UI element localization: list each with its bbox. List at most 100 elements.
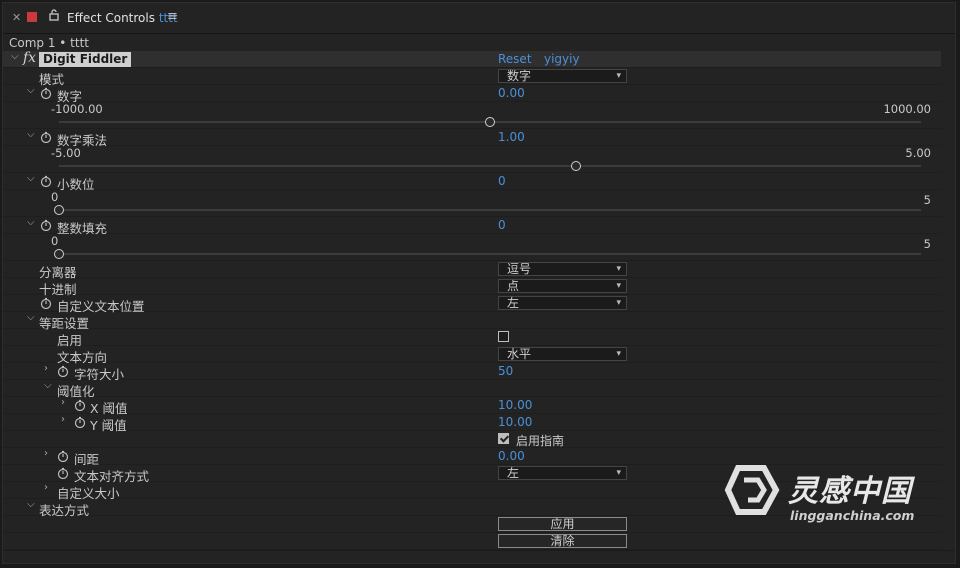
horizontal-scrollbar[interactable] xyxy=(3,550,955,563)
int-pad-slider-track[interactable] xyxy=(59,253,921,255)
multiplier-slider-track[interactable] xyxy=(59,165,921,167)
param-row-char-size: › 字符大小 50 xyxy=(3,363,941,382)
param-row-guide: 启用指南 xyxy=(3,431,941,448)
watermark: 灵感中国 lingganchina.com xyxy=(724,462,936,532)
reset-link[interactable]: Reset xyxy=(498,52,532,66)
slider-min: -1000.00 xyxy=(51,102,103,116)
int-pad-value[interactable]: 0 xyxy=(498,218,506,232)
chevron-down-icon: ▾ xyxy=(616,264,621,274)
chevron-down-icon: ▾ xyxy=(616,349,621,359)
panel-tab-bar: ✕ Effect Controls tttt ≡ xyxy=(3,3,955,34)
chevron-right-icon[interactable]: › xyxy=(44,448,48,459)
mode-dropdown[interactable]: 数字 ▾ xyxy=(498,69,627,83)
chevron-right-icon[interactable]: › xyxy=(44,363,48,374)
fx-icon[interactable]: fx xyxy=(23,50,36,66)
dropdown-value: 点 xyxy=(507,279,520,293)
hamburger-menu-icon[interactable]: ≡ xyxy=(167,9,178,24)
chevron-right-icon[interactable]: › xyxy=(61,397,65,408)
chevron-down-icon[interactable]: ⌵ xyxy=(27,312,35,323)
slider-min: 0 xyxy=(51,190,59,204)
align-dropdown[interactable]: 左 ▾ xyxy=(498,466,627,480)
panel-title[interactable]: Effect Controls tttt xyxy=(67,11,178,25)
chevron-down-icon[interactable]: ⌵ xyxy=(27,85,35,96)
number-value[interactable]: 0.00 xyxy=(498,86,525,100)
param-row-decimals: ⌵ 小数位 0 xyxy=(3,173,941,192)
chevron-down-icon[interactable]: ⌵ xyxy=(27,499,35,510)
decimals-slider-track[interactable] xyxy=(59,209,921,211)
separator-dropdown[interactable]: 逗号 ▾ xyxy=(498,262,627,276)
apply-button[interactable]: 应用 xyxy=(498,517,627,531)
int-pad-slider-knob[interactable] xyxy=(54,249,64,259)
watermark-en-text: lingganchina.com xyxy=(790,508,915,523)
watermark-logo-icon xyxy=(724,465,780,515)
effect-header-row: ⌵ fx Digit Fiddler Reset yigyiy xyxy=(3,50,941,68)
chevron-down-icon[interactable]: ⌵ xyxy=(27,217,35,228)
decimals-value[interactable]: 0 xyxy=(498,174,506,188)
chevron-down-icon[interactable]: ⌵ xyxy=(44,380,52,391)
lock-icon[interactable] xyxy=(49,9,59,24)
slider-row-number: -1000.00 1000.00 xyxy=(3,102,941,129)
param-row-clear: 清除 xyxy=(3,533,941,550)
about-link[interactable]: yigyiy xyxy=(544,52,580,66)
decimals-slider-knob[interactable] xyxy=(54,205,64,215)
chevron-down-icon: ▾ xyxy=(616,468,621,478)
stopwatch-icon[interactable] xyxy=(74,399,86,411)
stopwatch-icon[interactable] xyxy=(57,365,69,377)
direction-dropdown[interactable]: 水平 ▾ xyxy=(498,347,627,361)
chevron-down-icon[interactable]: ⌵ xyxy=(27,173,35,184)
slider-max: 5.00 xyxy=(905,146,931,160)
stopwatch-icon[interactable] xyxy=(57,450,69,462)
effect-name[interactable]: Digit Fiddler xyxy=(39,52,132,67)
decimal-sep-dropdown[interactable]: 点 ▾ xyxy=(498,279,627,293)
watermark-cn-text: 灵感中国 xyxy=(788,474,912,509)
param-row-mode: 模式 数字 ▾ xyxy=(3,68,941,87)
param-row-separator: 分离器 逗号 ▾ xyxy=(3,261,941,280)
stopwatch-icon[interactable] xyxy=(40,175,52,187)
param-row-y-threshold: › Y 阈值 10.00 xyxy=(3,414,941,433)
x-threshold-value[interactable]: 10.00 xyxy=(498,398,532,412)
slider-min: -5.00 xyxy=(51,146,81,160)
guide-checkbox[interactable] xyxy=(498,433,509,444)
close-icon[interactable]: ✕ xyxy=(12,11,21,24)
slider-row-int-pad: 0 5 xyxy=(3,234,941,261)
dropdown-value: 左 xyxy=(507,296,520,310)
text-pos-dropdown[interactable]: 左 ▾ xyxy=(498,296,627,310)
param-row-int-pad: ⌵ 整数填充 0 xyxy=(3,217,941,236)
param-row-text-pos: 自定义文本位置 左 ▾ xyxy=(3,295,941,314)
panel-color-square xyxy=(27,12,37,22)
stopwatch-icon[interactable] xyxy=(57,467,69,479)
comp-layer-label: Comp 1 • tttt xyxy=(9,36,90,50)
chevron-right-icon[interactable]: › xyxy=(44,482,48,493)
y-threshold-value[interactable]: 10.00 xyxy=(498,415,532,429)
stopwatch-icon[interactable] xyxy=(40,297,52,309)
chevron-right-icon[interactable]: › xyxy=(61,414,65,425)
group-row-mono: ⌵ 等距设置 xyxy=(3,312,941,331)
stopwatch-icon[interactable] xyxy=(74,416,86,428)
number-slider-knob[interactable] xyxy=(485,117,495,127)
param-row-decimal-sep: 十进制 点 ▾ xyxy=(3,278,941,297)
chevron-down-icon[interactable]: ⌵ xyxy=(27,129,35,140)
chevron-down-icon[interactable]: ⌵ xyxy=(11,51,19,62)
multiplier-slider-knob[interactable] xyxy=(571,161,582,171)
slider-row-decimals: 0 5 xyxy=(3,190,941,217)
multiplier-value[interactable]: 1.00 xyxy=(498,130,525,144)
dropdown-value: 逗号 xyxy=(507,262,532,276)
dropdown-value: 左 xyxy=(507,466,520,480)
dropdown-value: 水平 xyxy=(507,347,532,361)
slider-max: 5 xyxy=(923,237,931,251)
spacing-value[interactable]: 0.00 xyxy=(498,449,525,463)
group-row-threshold: ⌵ 阈值化 xyxy=(3,380,941,399)
clear-button[interactable]: 清除 xyxy=(498,534,627,548)
dropdown-value: 数字 xyxy=(507,69,532,83)
mono-enable-checkbox[interactable] xyxy=(498,331,509,342)
param-row-direction: 文本方向 水平 ▾ xyxy=(3,346,941,365)
stopwatch-icon[interactable] xyxy=(40,87,52,99)
param-row-mono-enable: 启用 xyxy=(3,329,941,348)
slider-row-multiplier: -5.00 5.00 xyxy=(3,146,941,173)
guide-checkbox-label[interactable]: 启用指南 xyxy=(516,432,564,449)
slider-min: 0 xyxy=(51,234,59,248)
char-size-value[interactable]: 50 xyxy=(498,364,513,378)
stopwatch-icon[interactable] xyxy=(40,131,52,143)
panel-title-text: Effect Controls xyxy=(67,11,155,25)
stopwatch-icon[interactable] xyxy=(40,219,52,231)
